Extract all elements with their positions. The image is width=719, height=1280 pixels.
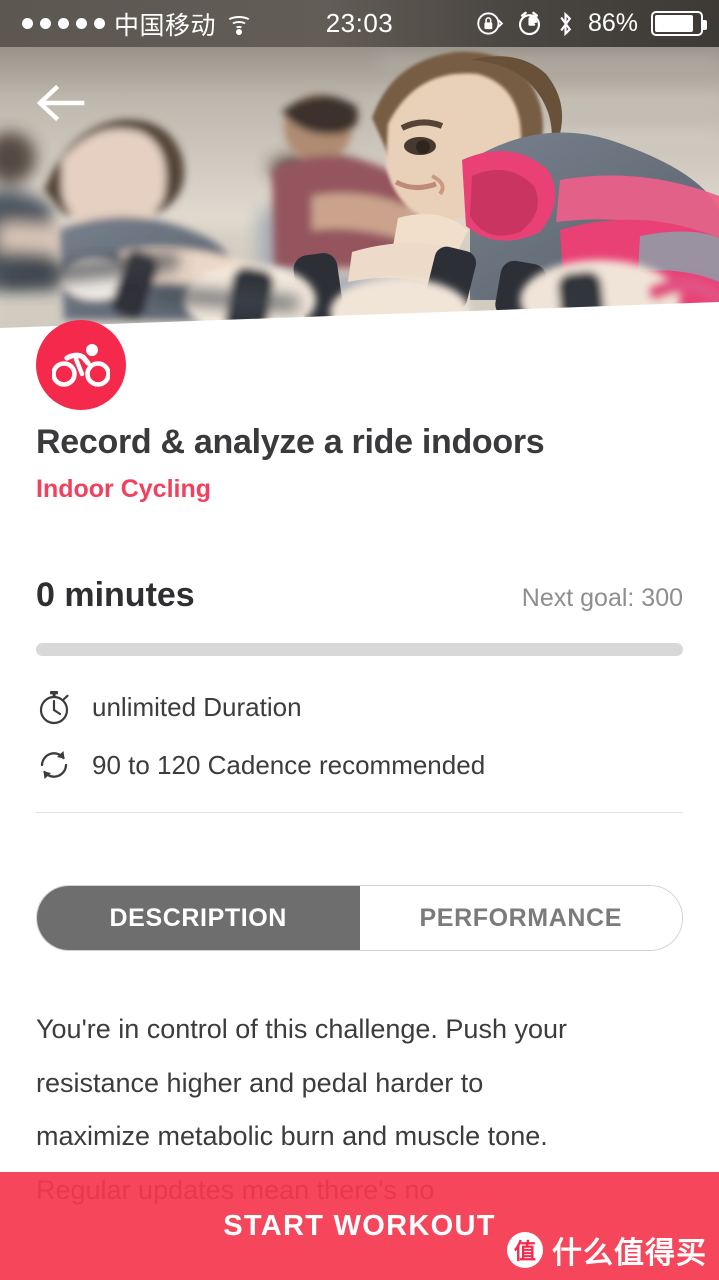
hero-image — [0, 0, 719, 352]
activity-category-label: Indoor Cycling — [36, 475, 211, 504]
status-bar: 中国移动 23:03 86% — [0, 0, 719, 47]
progress-summary-row: 0 minutes Next goal: 300 — [0, 504, 719, 615]
detail-label-duration: unlimited Duration — [92, 691, 302, 722]
clock-label: 23:03 — [325, 8, 394, 38]
tab-performance[interactable]: PERFORMANCE — [359, 886, 682, 951]
activity-type-badge — [36, 320, 126, 410]
app-screen: 中国移动 23:03 86% Record & analyze a ride i… — [0, 0, 719, 1280]
tab-description[interactable]: DESCRIPTION — [37, 886, 360, 951]
watermark: 值 什么值得买 — [507, 1228, 707, 1272]
watermark-text: 什么值得买 — [552, 1237, 707, 1270]
segmented-tabs: DESCRIPTION PERFORMANCE — [36, 885, 683, 952]
detail-row-cadence: 90 to 120 Cadence recommended — [36, 746, 683, 784]
section-divider — [36, 812, 683, 814]
progress-value-label: 0 minutes — [36, 576, 195, 615]
next-goal-label: Next goal: 300 — [521, 584, 683, 613]
detail-row-duration: unlimited Duration — [36, 688, 683, 726]
stopwatch-icon — [39, 691, 69, 725]
detail-label-cadence: 90 to 120 Cadence recommended — [92, 749, 486, 780]
watermark-logo-icon: 值 — [507, 1232, 543, 1268]
spin-class-photo — [0, 0, 719, 352]
battery-icon — [651, 11, 707, 36]
progress-bar — [36, 643, 683, 657]
back-arrow-icon — [36, 84, 85, 122]
cycling-icon — [52, 344, 110, 387]
workout-detail-content: Record & analyze a ride indoors Indoor C… — [0, 352, 719, 1217]
description-line-2: resistance higher and pedal harder to — [36, 1067, 484, 1098]
start-workout-label: START WORKOUT — [223, 1209, 496, 1242]
description-line-3: maximize metabolic burn and muscle tone. — [36, 1121, 548, 1152]
back-button[interactable] — [34, 80, 86, 126]
description-line-1: You're in control of this challenge. Pus… — [36, 1014, 567, 1045]
workout-detail-list: unlimited Duration 90 to 120 Cadence rec… — [0, 656, 719, 814]
cadence-refresh-icon — [40, 751, 68, 780]
